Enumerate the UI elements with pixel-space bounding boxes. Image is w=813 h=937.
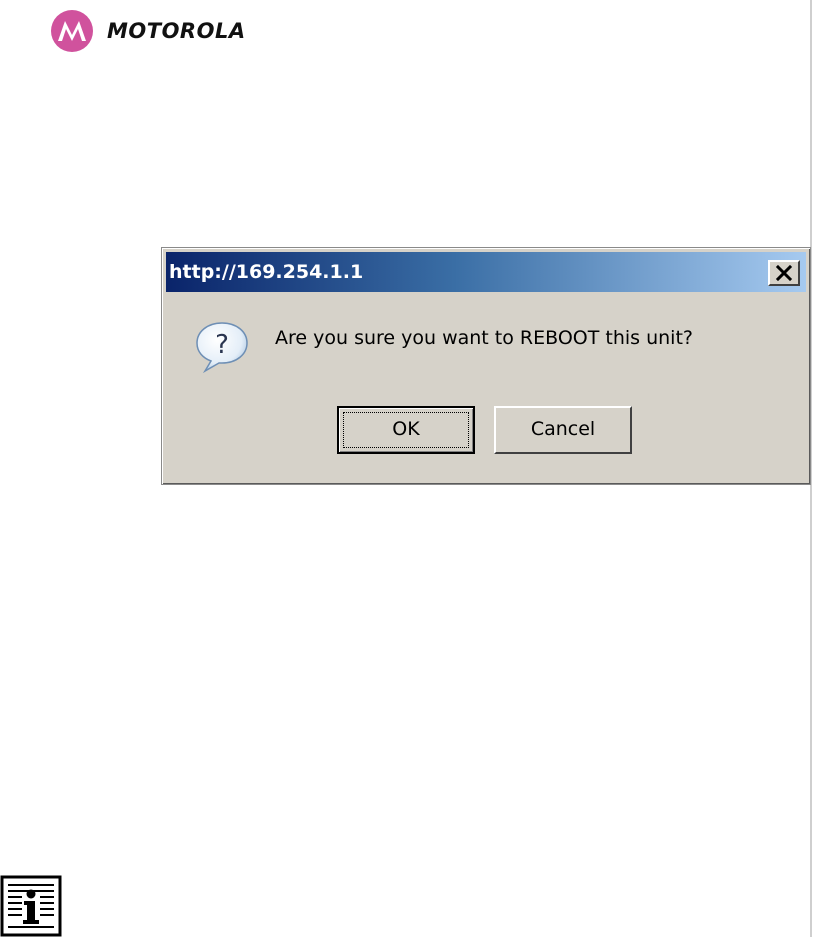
close-icon [775,264,793,282]
ok-button[interactable]: OK [337,406,475,454]
cancel-button[interactable]: Cancel [494,406,632,454]
motorola-logo-icon [51,10,93,52]
question-icon: ? [196,322,248,374]
reboot-confirm-dialog: http://169.254.1.1 ? Are you sure you wa… [161,247,811,485]
dialog-message: Are you sure you want to REBOOT this uni… [275,327,693,349]
ok-button-label: OK [392,418,420,440]
dialog-titlebar[interactable]: http://169.254.1.1 [166,252,806,292]
svg-text:?: ? [215,330,229,360]
brand-name: MOTOROLA [107,19,246,43]
info-note-icon [0,875,62,937]
cancel-button-label: Cancel [530,418,596,440]
close-button[interactable] [768,260,800,286]
dialog-title: http://169.254.1.1 [169,261,364,283]
